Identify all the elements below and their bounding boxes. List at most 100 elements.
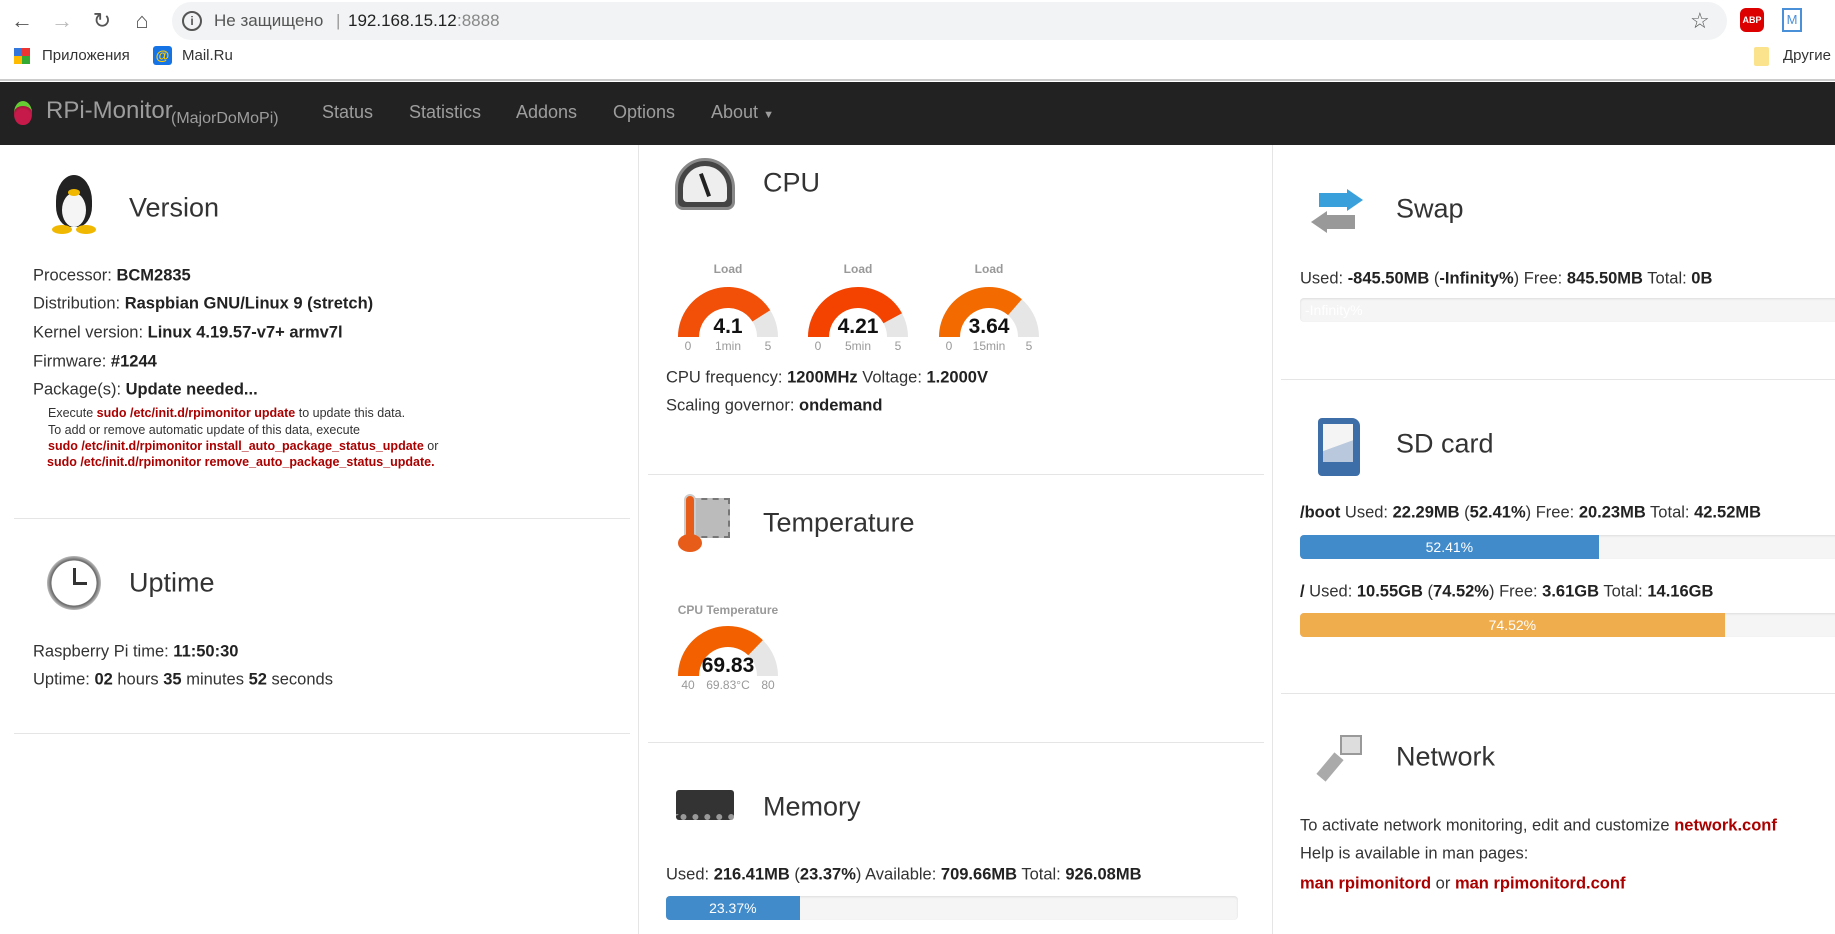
gauge-title: Load [843, 262, 873, 276]
gauge-min: 0 [945, 339, 953, 353]
boot-progress-bar: 52.41% [1300, 535, 1835, 559]
bookmark-mailru[interactable]: Mail.Ru [182, 47, 233, 64]
divider [1281, 693, 1835, 694]
gauge-max: 80 [761, 678, 775, 692]
swap-progress-label: -Infinity% [1305, 302, 1363, 318]
nav-statistics[interactable]: Statistics [409, 102, 481, 123]
network-cable-icon [1316, 733, 1366, 783]
nav-options[interactable]: Options [613, 102, 675, 123]
swap-title: Swap [1396, 193, 1464, 224]
gauge-value: 4.21 [837, 315, 879, 338]
gauge-sublabel: 5min [844, 339, 872, 353]
processor-row: Processor: BCM2835 [33, 266, 191, 285]
penguin-icon [48, 175, 100, 235]
firmware-row: Firmware: #1244 [33, 352, 157, 371]
swap-arrows-icon [1311, 189, 1363, 235]
man-rpimonitord-conf-link[interactable]: man rpimonitord.conf [1455, 875, 1626, 893]
boot-progress-fill: 52.41% [1300, 535, 1599, 559]
hostname: (MajorDoMoPi) [171, 110, 279, 127]
update-note-2: To add or remove automatic update of thi… [48, 423, 360, 437]
sd-card-icon [1318, 418, 1360, 476]
memory-progress-bar: 23.37% [666, 896, 1238, 920]
memory-usage-row: Used: 216.41MB (23.37%) Available: 709.6… [666, 865, 1142, 884]
divider [648, 742, 1264, 743]
network-help-row: Help is available in man pages: [1300, 844, 1529, 863]
man-rpimonitord-link[interactable]: man rpimonitord [1300, 875, 1431, 893]
update-note-4: sudo /etc/init.d/rpimonitor remove_auto_… [47, 455, 435, 469]
address-bar[interactable]: i Не защищено | 192.168.15.12 :8888 ☆ [172, 2, 1727, 40]
update-note-1: Execute sudo /etc/init.d/rpimonitor upda… [48, 406, 406, 420]
raspberry-logo-icon [14, 101, 32, 125]
gauge-sublabel: 1min [714, 339, 742, 353]
gauge-value: 69.83 [701, 654, 755, 677]
bookmark-apps[interactable]: Приложения [42, 47, 130, 64]
pi-time-row: Raspberry Pi time: 11:50:30 [33, 642, 239, 661]
gauge-max: 5 [894, 339, 902, 353]
network-conf-link[interactable]: network.conf [1674, 817, 1777, 835]
mailru-icon: @ [153, 46, 172, 65]
memory-title: Memory [763, 791, 861, 822]
kernel-row: Kernel version: Linux 4.19.57-v7+ armv7l [33, 323, 343, 342]
gauge-min: 0 [814, 339, 822, 353]
star-icon[interactable]: ☆ [1690, 8, 1710, 34]
distribution-row: Distribution: Raspbian GNU/Linux 9 (stre… [33, 294, 374, 313]
extension-m-icon[interactable]: M [1782, 8, 1802, 32]
uptime-row: Uptime: 02 hours 35 minutes 52 seconds [33, 670, 333, 689]
apps-grid-icon [14, 48, 30, 64]
gauge-value: 3.64 [968, 315, 1010, 338]
gauge-title: Load [713, 262, 743, 276]
sdcard-title: SD card [1396, 428, 1494, 459]
root-progress-fill: 74.52% [1300, 613, 1725, 637]
swap-progress-bar: -Infinity% [1300, 298, 1835, 322]
column-divider [638, 145, 639, 934]
nav-addons[interactable]: Addons [516, 102, 577, 123]
nav-status[interactable]: Status [322, 102, 373, 123]
scaling-governor-row: Scaling governor: ondemand [666, 396, 883, 415]
gauge-max: 5 [764, 339, 772, 353]
network-title: Network [1396, 741, 1496, 772]
brand[interactable]: RPi-Monitor [46, 97, 173, 125]
gauge-min: 40 [681, 678, 695, 692]
caret-down-icon: ▼ [763, 109, 774, 121]
back-icon[interactable]: ← [8, 8, 36, 34]
url-port: :8888 [457, 11, 500, 30]
gauge-value: 4.1 [713, 315, 743, 338]
other-bookmarks[interactable]: Другие [1783, 47, 1831, 64]
network-config-row: To activate network monitoring, edit and… [1300, 816, 1777, 835]
network-man-row: man rpimonitord or man rpimonitord.conf [1300, 874, 1626, 893]
gauge-sublabel: 69.83°C [706, 678, 750, 692]
uptime-title: Uptime [129, 567, 215, 598]
security-label: Не защищено [214, 11, 324, 30]
adblock-extension-icon[interactable]: ABP [1740, 8, 1764, 32]
version-title: Version [129, 192, 220, 223]
gauge-title: CPU Temperature [677, 603, 779, 617]
folder-icon [1754, 47, 1769, 66]
memory-progress-fill: 23.37% [666, 896, 800, 920]
divider [14, 518, 630, 519]
clock-icon [47, 556, 101, 610]
memory-chip-icon [676, 790, 734, 820]
thermometer-chip-icon [676, 494, 734, 554]
gauge-min: 0 [684, 339, 692, 353]
url-host: 192.168.15.12 [348, 11, 457, 30]
gauge-sublabel: 15min [972, 339, 1006, 353]
speedometer-icon [675, 158, 735, 210]
cpu-frequency-row: CPU frequency: 1200MHz Voltage: 1.2000V [666, 368, 988, 387]
home-icon[interactable]: ⌂ [128, 8, 156, 34]
column-divider [1272, 145, 1273, 934]
temperature-title: Temperature [763, 507, 915, 538]
swap-usage-row: Used: -845.50MB (-Infinity%) Free: 845.5… [1300, 269, 1713, 288]
browser-chrome: ← → ↻ ⌂ i Не защищено | 192.168.15.12 :8… [0, 0, 1835, 81]
update-note-3: sudo /etc/init.d/rpimonitor install_auto… [48, 439, 439, 453]
info-icon[interactable]: i [182, 11, 202, 31]
packages-row: Package(s): Update needed... [33, 380, 258, 399]
reload-icon[interactable]: ↻ [88, 8, 116, 34]
divider [14, 733, 630, 734]
divider [1281, 379, 1835, 380]
boot-usage-row: /boot Used: 22.29MB (52.41%) Free: 20.23… [1300, 503, 1762, 522]
cpu-title: CPU [763, 167, 821, 198]
root-progress-bar: 74.52% [1300, 613, 1835, 637]
root-usage-row: / Used: 10.55GB (74.52%) Free: 3.61GB To… [1300, 582, 1714, 601]
nav-about[interactable]: About ▼ [711, 102, 774, 123]
forward-icon[interactable]: → [48, 8, 76, 34]
